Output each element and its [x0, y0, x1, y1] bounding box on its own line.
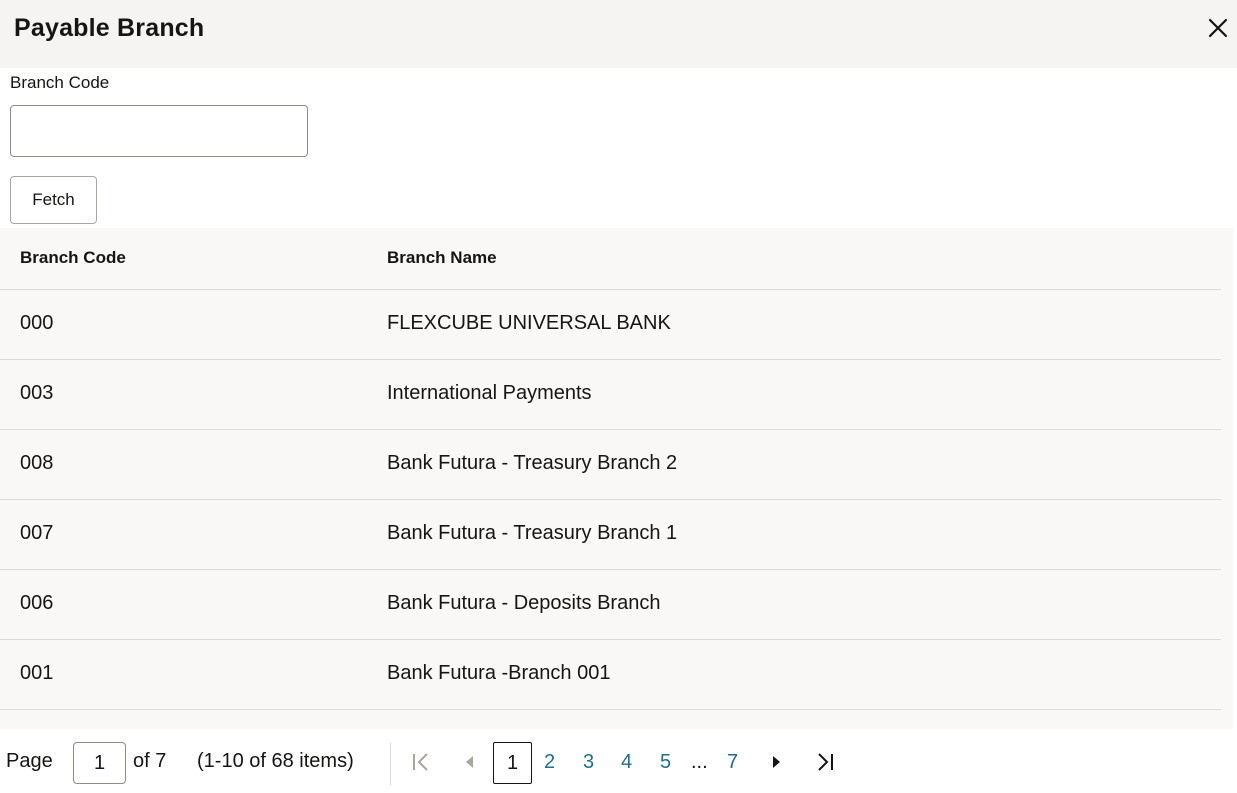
- next-page-icon: [773, 756, 780, 768]
- page-button[interactable]: 4: [621, 751, 632, 774]
- branch-code-cell: 003: [20, 382, 54, 404]
- first-page-icon: [413, 753, 428, 771]
- page-button[interactable]: 2: [544, 751, 555, 774]
- table-row[interactable]: 003 International Payments: [0, 360, 1221, 430]
- previous-page-button[interactable]: [458, 750, 482, 774]
- dialog-header: Payable Branch: [0, 0, 1237, 68]
- page-button-current[interactable]: 1: [493, 742, 532, 784]
- branch-code-input[interactable]: [10, 105, 308, 157]
- table-row[interactable]: 001 Bank Futura -Branch 001: [0, 640, 1221, 710]
- branch-code-cell: 000: [20, 312, 54, 334]
- pagination-bar: Page of 7 (1-10 of 68 items) 1 2 3 4 5 .…: [0, 729, 1237, 793]
- column-header-branch-code[interactable]: Branch Code: [20, 248, 126, 268]
- branch-name-cell: International Payments: [387, 382, 592, 404]
- close-icon: [1208, 18, 1228, 38]
- branch-name-cell: Bank Futura - Treasury Branch 2: [387, 452, 678, 474]
- branch-name-cell: Bank Futura -Branch 001: [387, 662, 611, 684]
- table-row[interactable]: 007 Bank Futura - Treasury Branch 1: [0, 500, 1221, 570]
- table-header: Branch Code Branch Name: [0, 228, 1221, 290]
- branch-name-cell: FLEXCUBE UNIVERSAL BANK: [387, 312, 671, 334]
- branch-table: Branch Code Branch Name 000 FLEXCUBE UNI…: [0, 228, 1233, 729]
- last-page-button[interactable]: [813, 750, 837, 774]
- items-summary: (1-10 of 68 items): [197, 750, 354, 772]
- branch-code-cell: 006: [20, 592, 54, 614]
- pagination-divider: [390, 743, 391, 785]
- table-row[interactable]: 006 Bank Futura - Deposits Branch: [0, 570, 1221, 640]
- table-row[interactable]: 000 FLEXCUBE UNIVERSAL BANK: [0, 290, 1221, 360]
- dialog-title: Payable Branch: [14, 14, 205, 42]
- first-page-button[interactable]: [409, 750, 433, 774]
- table-row[interactable]: 008 Bank Futura - Treasury Branch 2: [0, 430, 1221, 500]
- last-page-icon: [818, 753, 833, 771]
- branch-code-cell: 001: [20, 662, 54, 684]
- branch-name-cell: Bank Futura - Deposits Branch: [387, 592, 661, 614]
- page-button[interactable]: 5: [660, 751, 671, 774]
- branch-code-label: Branch Code: [10, 73, 110, 92]
- page-count-label: of 7: [133, 750, 167, 772]
- branch-name-cell: Bank Futura - Treasury Branch 1: [387, 522, 678, 544]
- close-button[interactable]: [1204, 14, 1232, 42]
- page-number-input[interactable]: [73, 742, 126, 784]
- branch-code-cell: 008: [20, 452, 54, 474]
- page-ellipsis: ...: [691, 751, 708, 773]
- next-page-button[interactable]: [764, 750, 788, 774]
- column-header-branch-name[interactable]: Branch Name: [387, 248, 497, 268]
- page-button[interactable]: 7: [727, 751, 738, 774]
- previous-page-icon: [466, 756, 473, 768]
- page-button[interactable]: 3: [583, 751, 594, 774]
- page-label: Page: [6, 750, 53, 772]
- fetch-button[interactable]: Fetch: [10, 176, 97, 224]
- branch-code-cell: 007: [20, 522, 54, 544]
